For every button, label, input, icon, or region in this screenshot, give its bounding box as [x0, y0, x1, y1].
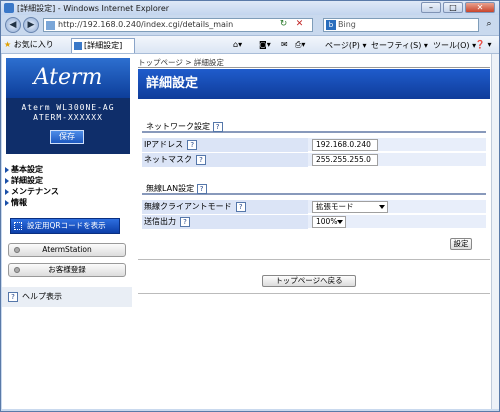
help-toggle[interactable]: ? ヘルプ表示 [2, 287, 132, 307]
search-box[interactable]: b Bing [323, 18, 479, 32]
bullet-icon [14, 267, 20, 273]
divider [138, 259, 490, 260]
client-mode-label-text: 無線クライアントモード [144, 202, 232, 211]
close-button[interactable]: ✕ [465, 2, 495, 13]
help-icon[interactable]: ? [196, 154, 206, 165]
tools-menu[interactable]: ツール(O) ▾ [433, 40, 476, 51]
page-icon [46, 21, 55, 30]
help-menu[interactable]: ❓ ▾ [475, 40, 492, 49]
help-icon[interactable]: ? [235, 201, 246, 212]
tab-label: [詳細設定] [84, 41, 123, 50]
help-icon[interactable]: ? [187, 139, 198, 150]
divider [138, 67, 490, 68]
netmask-label-text: ネットマスク [144, 155, 192, 164]
minimize-button[interactable]: – [421, 2, 441, 13]
star-icon: ★ [4, 40, 12, 49]
favorites-label: お気に入り [13, 40, 54, 49]
sidebar-menu: 基本設定 詳細設定 メンテナンス 情報 [4, 164, 130, 208]
qr-code-button[interactable]: 設定用QRコードを表示 [10, 218, 120, 234]
set-button[interactable]: 設定 [450, 238, 472, 250]
aterm-station-label: AtermStation [42, 245, 92, 254]
browser-window: [詳細設定] - Windows Internet Explorer – □ ✕… [0, 0, 500, 412]
help-toggle-label: ヘルプ表示 [22, 292, 62, 301]
sidebar-item-info[interactable]: 情報 [4, 197, 130, 208]
wlan-section-label: 無線LAN設定 [146, 184, 195, 193]
bing-icon: b [326, 20, 336, 30]
ip-address-row: IPアドレス? 192.168.0.240 [142, 138, 486, 152]
netmask-row: ネットマスク? 255.255.255.0 [142, 153, 486, 167]
stop-icon[interactable]: ✕ [293, 18, 306, 32]
tab-icon [74, 42, 82, 50]
address-text: http://192.168.0.240/index.cgi/details_m… [58, 20, 234, 29]
back-icon[interactable]: ◀ [5, 17, 21, 33]
ip-address-label: IPアドレス? [142, 138, 308, 152]
client-mode-row: 無線クライアントモード? 拡張モード [142, 200, 486, 214]
refresh-icon[interactable]: ↻ [277, 18, 290, 32]
address-bar[interactable]: http://192.168.0.240/index.cgi/details_m… [43, 18, 313, 32]
window-title: [詳細設定] - Windows Internet Explorer [17, 4, 170, 13]
netmask-field[interactable]: 255.255.255.0 [312, 154, 378, 166]
help-icon[interactable]: ? [196, 183, 207, 194]
search-placeholder: Bing [338, 20, 356, 29]
safety-menu[interactable]: セーフティ(S) ▾ [371, 40, 428, 51]
sidebar: Aterm Aterm WL300NE-AG ATERM-XXXXXX 保存 基… [2, 54, 132, 409]
bullet-icon [14, 247, 20, 253]
browser-tab[interactable]: [詳細設定] [71, 38, 135, 53]
wlan-section-heading: 無線LAN設定 ? [142, 183, 486, 195]
customer-registration-button[interactable]: お客様登録 [8, 263, 126, 277]
chevron-down-icon [337, 220, 343, 224]
help-icon[interactable]: ? [212, 121, 223, 132]
customer-registration-label: お客様登録 [48, 265, 86, 274]
title-bar: [詳細設定] - Windows Internet Explorer – □ ✕ [1, 1, 499, 15]
feeds-icon[interactable]: ◙▾ [259, 40, 271, 49]
save-button[interactable]: 保存 [50, 130, 84, 144]
aterm-station-button[interactable]: AtermStation [8, 243, 126, 257]
client-mode-value: 拡張モード [316, 202, 354, 211]
help-icon: ? [8, 292, 18, 302]
network-section-label: ネットワーク設定 [146, 122, 210, 131]
sidebar-item-advanced[interactable]: 詳細設定 [4, 175, 130, 186]
main-panel: トップページ > 詳細設定 詳細設定 ネットワーク設定 ? IPアドレス? 19… [138, 54, 490, 409]
sidebar-item-maintenance[interactable]: メンテナンス [4, 186, 130, 197]
search-icon[interactable]: ⌕ [482, 18, 496, 32]
tx-power-row: 送信出力? 100% [142, 215, 486, 229]
tx-power-label-text: 送信出力 [144, 217, 176, 226]
back-to-top-button[interactable]: トップページへ戻る [262, 275, 356, 287]
chevron-down-icon [379, 205, 385, 209]
favorites-button[interactable]: ★ お気に入り [4, 39, 54, 50]
forward-icon[interactable]: ▶ [23, 17, 39, 33]
mail-icon[interactable]: ✉ [281, 40, 288, 49]
address-row: ◀ ▶ http://192.168.0.240/index.cgi/detai… [1, 15, 499, 35]
qr-button-label: 設定用QRコードを表示 [27, 221, 106, 230]
page-menu[interactable]: ページ(P) ▾ [325, 40, 366, 51]
print-icon[interactable]: ⎙▾ [295, 40, 305, 50]
ip-address-label-text: IPアドレス [144, 140, 184, 149]
divider [138, 293, 490, 294]
network-section-heading: ネットワーク設定 ? [142, 121, 486, 133]
tx-power-select[interactable]: 100% [312, 216, 346, 228]
tx-power-label: 送信出力? [142, 215, 308, 229]
aterm-logo: Aterm [6, 58, 130, 98]
qr-icon [14, 222, 22, 230]
page-content: Aterm Aterm WL300NE-AG ATERM-XXXXXX 保存 基… [2, 54, 491, 409]
page-title: 詳細設定 [138, 69, 490, 99]
device-id: ATERM-XXXXXX [33, 113, 103, 122]
client-mode-label: 無線クライアントモード? [142, 200, 308, 214]
help-icon[interactable]: ? [180, 216, 190, 227]
model-panel: Aterm WL300NE-AG ATERM-XXXXXX 保存 [6, 98, 130, 154]
netmask-label: ネットマスク? [142, 153, 308, 167]
ip-address-field[interactable]: 192.168.0.240 [312, 139, 378, 151]
vertical-scrollbar[interactable] [491, 54, 499, 409]
sidebar-item-basic[interactable]: 基本設定 [4, 164, 130, 175]
client-mode-select[interactable]: 拡張モード [312, 201, 388, 213]
home-icon[interactable]: ⌂▾ [233, 40, 242, 49]
ie-icon [4, 3, 14, 13]
model-name: Aterm WL300NE-AG [21, 103, 115, 112]
maximize-button[interactable]: □ [443, 2, 463, 13]
favorites-bar: ★ お気に入り [詳細設定] ⌂▾ ◙▾ ✉ ⎙▾ ページ(P) ▾ セーフティ… [1, 35, 499, 54]
tx-power-value: 100% [316, 217, 338, 226]
